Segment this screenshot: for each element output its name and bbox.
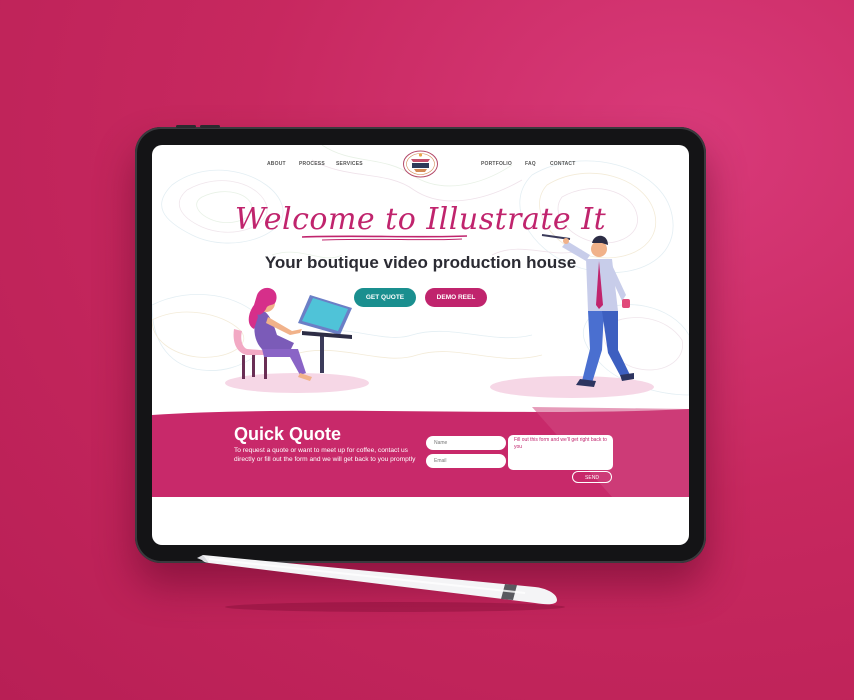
- presenter-illustration: [490, 234, 654, 398]
- nav-contact[interactable]: CONTACT: [550, 161, 575, 167]
- name-field[interactable]: Name: [426, 436, 506, 450]
- message-field[interactable]: Fill out this form and we'll get right b…: [508, 435, 613, 470]
- quick-quote-description: To request a quote or want to meet up fo…: [234, 447, 416, 463]
- nav-about[interactable]: ABOUT: [267, 161, 286, 167]
- quick-quote-title: Quick Quote: [234, 424, 342, 444]
- send-button[interactable]: SEND: [572, 471, 612, 483]
- nav-faq[interactable]: FAQ: [525, 161, 536, 167]
- tablet-top-button-2: [200, 125, 220, 128]
- website-screen: ABOUT PROCESS SERVICES PORTFOLIO FAQ CON…: [152, 145, 689, 545]
- nav-services[interactable]: SERVICES: [336, 161, 363, 167]
- stylus-pencil: [197, 555, 565, 612]
- tablet-top-button: [176, 125, 196, 128]
- site-logo[interactable]: [402, 148, 439, 180]
- nav-portfolio[interactable]: PORTFOLIO: [481, 161, 512, 167]
- nav-process[interactable]: PROCESS: [299, 161, 325, 167]
- artist-illustration: [225, 287, 369, 393]
- email-field[interactable]: Email: [426, 454, 506, 468]
- demo-reel-button[interactable]: DEMO REEL: [425, 288, 487, 307]
